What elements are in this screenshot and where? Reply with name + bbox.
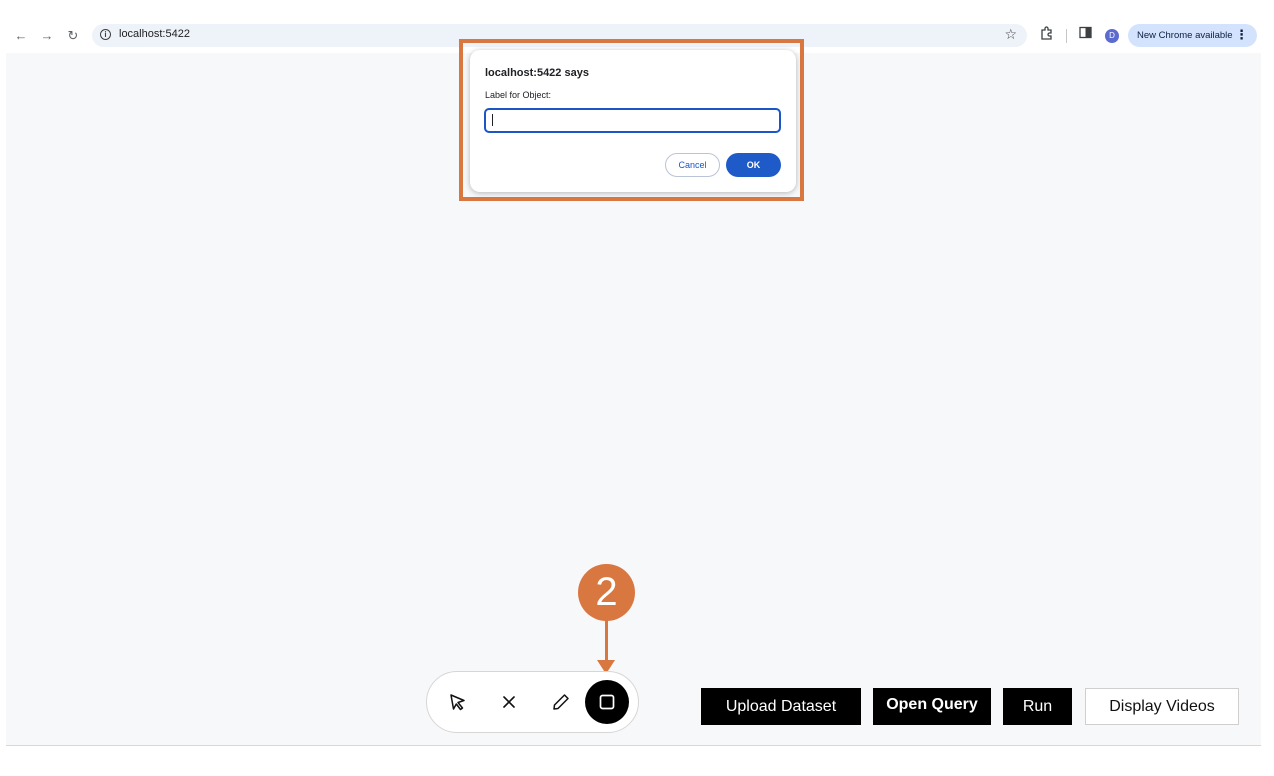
- profile-avatar[interactable]: D: [1105, 29, 1119, 43]
- forward-arrow-icon[interactable]: →: [37, 26, 57, 46]
- text-caret: [492, 114, 493, 126]
- draw-tool-button[interactable]: [539, 680, 583, 724]
- cancel-button[interactable]: Cancel: [665, 153, 720, 177]
- square-icon: [599, 694, 615, 710]
- rectangle-tool-button[interactable]: [585, 680, 629, 724]
- close-icon: [503, 696, 515, 708]
- side-panel-icon[interactable]: [1076, 26, 1094, 42]
- pencil-icon: [553, 694, 569, 710]
- dialog-title: localhost:5422 says: [485, 67, 589, 79]
- upload-dataset-button[interactable]: Upload Dataset: [701, 688, 861, 725]
- label-input[interactable]: [484, 108, 781, 133]
- select-tool-button[interactable]: [435, 680, 479, 724]
- run-button[interactable]: Run: [1003, 688, 1072, 725]
- ok-button[interactable]: OK: [726, 153, 781, 177]
- extensions-icon[interactable]: [1038, 26, 1056, 43]
- more-menu-icon[interactable]: ⋮: [1235, 27, 1248, 43]
- prompt-dialog: localhost:5422 says Label for Object: Ca…: [470, 50, 796, 192]
- display-videos-button[interactable]: Display Videos: [1085, 688, 1239, 725]
- cursor-icon: [450, 694, 465, 711]
- open-query-button[interactable]: Open Query: [873, 688, 991, 725]
- dialog-message: Label for Object:: [485, 90, 552, 100]
- toolbar-divider: [1066, 29, 1067, 43]
- address-url[interactable]: localhost:5422: [119, 28, 190, 40]
- bookmark-star-icon[interactable]: ☆: [1004, 26, 1017, 43]
- chrome-update-label: New Chrome available: [1137, 30, 1233, 41]
- step-number-badge: 2: [578, 564, 635, 621]
- annotation-arrow-shaft: [605, 620, 608, 664]
- delete-tool-button[interactable]: [487, 680, 531, 724]
- reload-icon[interactable]: ↻: [63, 26, 83, 46]
- site-info-icon[interactable]: i: [100, 29, 111, 40]
- back-arrow-icon[interactable]: ←: [11, 26, 31, 46]
- chrome-update-button[interactable]: New Chrome available ⋮: [1128, 24, 1257, 47]
- drawing-toolbar: [426, 671, 639, 733]
